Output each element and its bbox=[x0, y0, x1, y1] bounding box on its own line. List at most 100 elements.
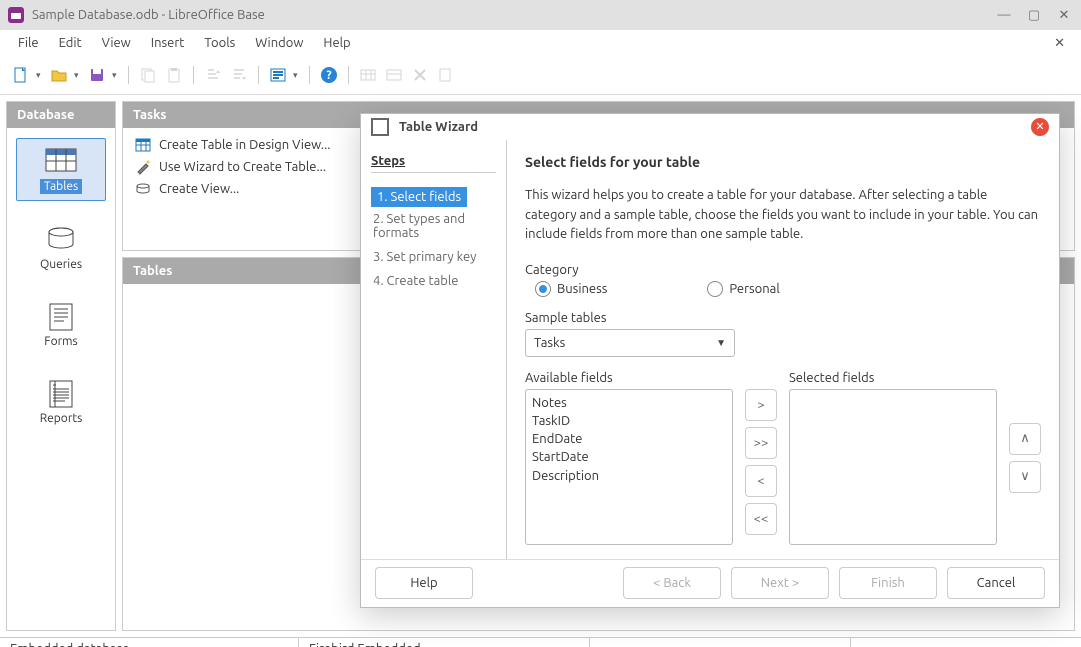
open-dropdown-icon[interactable]: ▾ bbox=[74, 70, 82, 81]
close-document-button[interactable]: ✕ bbox=[1046, 32, 1073, 55]
task-label: Create View... bbox=[159, 182, 239, 196]
open-button[interactable] bbox=[48, 64, 70, 86]
radio-business[interactable]: Business bbox=[535, 281, 607, 297]
steps-pane: Steps 1. Select fields 2. Set types and … bbox=[361, 140, 507, 559]
status-left: Embedded database bbox=[0, 638, 299, 647]
window-titlebar: Sample Database.odb - LibreOffice Base —… bbox=[0, 0, 1081, 30]
sample-tables-select[interactable]: Tasks ▼ bbox=[525, 329, 735, 357]
paste-button bbox=[163, 64, 185, 86]
category-label: Category bbox=[525, 263, 1041, 277]
step-2[interactable]: 2. Set types and formats bbox=[371, 207, 496, 245]
add-field-button[interactable]: > bbox=[745, 389, 777, 421]
content-heading: Select fields for your table bbox=[525, 154, 1041, 170]
maximize-button[interactable]: ▢ bbox=[1025, 6, 1043, 24]
list-item[interactable]: EndDate bbox=[532, 430, 726, 448]
menu-tools[interactable]: Tools bbox=[194, 32, 245, 54]
minimize-button[interactable]: — bbox=[995, 6, 1013, 24]
step-1[interactable]: 1. Select fields bbox=[371, 187, 467, 207]
step-4[interactable]: 4. Create table bbox=[371, 269, 496, 293]
list-item[interactable]: Description bbox=[532, 467, 726, 485]
wizard-titlebar[interactable]: Table Wizard ✕ bbox=[361, 114, 1059, 140]
sort-asc-button bbox=[202, 64, 224, 86]
radio-dot-icon bbox=[535, 281, 551, 297]
menu-window[interactable]: Window bbox=[245, 32, 313, 54]
menu-view[interactable]: View bbox=[92, 32, 141, 54]
select-value: Tasks bbox=[534, 336, 565, 350]
table-icon bbox=[44, 145, 78, 175]
list-item[interactable]: Notes bbox=[532, 394, 726, 412]
task-label: Create Table in Design View... bbox=[159, 138, 331, 152]
radio-dot-icon bbox=[707, 281, 723, 297]
rename-button bbox=[435, 64, 457, 86]
table-design-icon bbox=[135, 137, 151, 153]
status-bar: Embedded database Firebird Embedded bbox=[0, 637, 1081, 647]
new-query-button bbox=[383, 64, 405, 86]
copy-button bbox=[137, 64, 159, 86]
radio-business-label: Business bbox=[557, 282, 607, 296]
content-description: This wizard helps you to create a table … bbox=[525, 186, 1041, 245]
radio-personal[interactable]: Personal bbox=[707, 281, 779, 297]
cancel-button[interactable]: Cancel bbox=[947, 567, 1045, 599]
sidebar-item-label: Tables bbox=[40, 179, 82, 194]
list-item[interactable]: StartDate bbox=[532, 448, 726, 466]
view-icon bbox=[135, 181, 151, 197]
reports-icon bbox=[44, 378, 78, 408]
wizard-icon bbox=[135, 159, 151, 175]
table-wizard-dialog: Table Wizard ✕ Steps 1. Select fields 2.… bbox=[360, 113, 1060, 608]
menu-edit[interactable]: Edit bbox=[49, 32, 92, 54]
menu-file[interactable]: File bbox=[8, 32, 49, 54]
available-fields-listbox[interactable]: NotesTaskIDEndDateStartDateDescription bbox=[525, 389, 733, 545]
new-dropdown-icon[interactable]: ▾ bbox=[36, 70, 44, 81]
new-table-button bbox=[357, 64, 379, 86]
help-button[interactable]: Help bbox=[375, 567, 473, 599]
wizard-footer: Help < Back Next > Finish Cancel bbox=[361, 559, 1059, 607]
status-right bbox=[590, 638, 851, 647]
sidebar-item-label: Queries bbox=[40, 258, 82, 271]
save-dropdown-icon[interactable]: ▾ bbox=[112, 70, 120, 81]
step-3[interactable]: 3. Set primary key bbox=[371, 245, 496, 269]
add-all-fields-button[interactable]: >> bbox=[745, 427, 777, 459]
delete-button bbox=[409, 64, 431, 86]
sidebar-item-queries[interactable]: Queries bbox=[16, 217, 106, 278]
available-fields-label: Available fields bbox=[525, 371, 733, 385]
form-dropdown-icon[interactable]: ▾ bbox=[293, 70, 301, 81]
menu-help[interactable]: Help bbox=[313, 32, 360, 54]
sort-desc-button bbox=[228, 64, 250, 86]
window-title: Sample Database.odb - LibreOffice Base bbox=[32, 8, 265, 22]
move-up-button[interactable]: ∧ bbox=[1009, 423, 1041, 455]
wizard-close-button[interactable]: ✕ bbox=[1031, 118, 1049, 136]
selected-fields-listbox[interactable] bbox=[789, 389, 997, 545]
selected-fields-label: Selected fields bbox=[789, 371, 997, 385]
move-down-button[interactable]: ∨ bbox=[1009, 461, 1041, 493]
status-mid: Firebird Embedded bbox=[299, 638, 590, 647]
radio-personal-label: Personal bbox=[729, 282, 779, 296]
sidebar-item-reports[interactable]: Reports bbox=[16, 371, 106, 432]
wizard-icon bbox=[371, 118, 389, 136]
sample-tables-label: Sample tables bbox=[525, 311, 1041, 325]
finish-button: Finish bbox=[839, 567, 937, 599]
form-button[interactable] bbox=[267, 64, 289, 86]
wizard-content: Select fields for your table This wizard… bbox=[507, 140, 1059, 559]
menu-insert[interactable]: Insert bbox=[141, 32, 195, 54]
steps-header: Steps bbox=[371, 154, 496, 173]
remove-field-button[interactable]: < bbox=[745, 465, 777, 497]
task-label: Use Wizard to Create Table... bbox=[159, 160, 326, 174]
svg-text:?: ? bbox=[326, 69, 331, 82]
sidebar-header: Database bbox=[7, 102, 115, 128]
sidebar-item-forms[interactable]: Forms bbox=[16, 294, 106, 355]
chevron-down-icon: ▼ bbox=[716, 337, 726, 349]
app-icon bbox=[8, 7, 24, 23]
main-toolbar: ▾ ▾ ▾ ▾ ? bbox=[0, 56, 1081, 95]
remove-all-fields-button[interactable]: << bbox=[745, 503, 777, 535]
queries-icon bbox=[44, 224, 78, 254]
help-button[interactable]: ? bbox=[318, 64, 340, 86]
close-window-button[interactable]: ✕ bbox=[1055, 6, 1073, 24]
new-button[interactable] bbox=[10, 64, 32, 86]
status-far-right bbox=[851, 638, 1081, 647]
list-item[interactable]: TaskID bbox=[532, 412, 726, 430]
back-button: < Back bbox=[623, 567, 721, 599]
save-button[interactable] bbox=[86, 64, 108, 86]
menu-bar: File Edit View Insert Tools Window Help … bbox=[0, 30, 1081, 56]
sidebar-item-tables[interactable]: Tables bbox=[16, 138, 106, 201]
forms-icon bbox=[44, 301, 78, 331]
